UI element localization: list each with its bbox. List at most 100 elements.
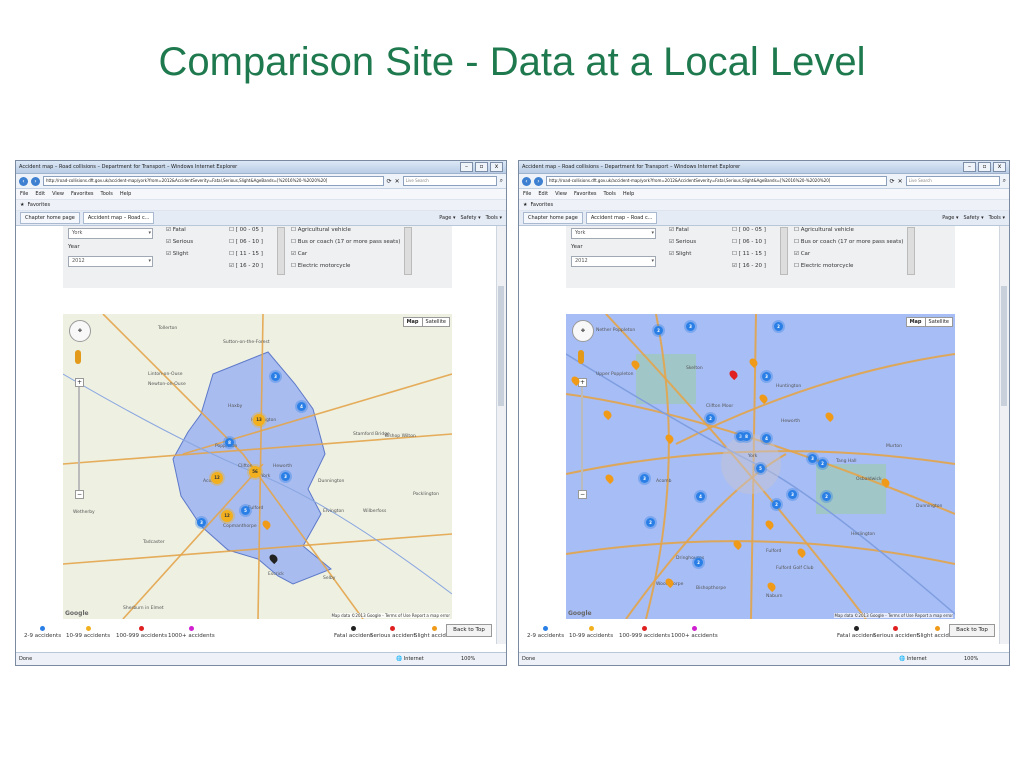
accident-cluster-marker[interactable]: 2 xyxy=(706,414,715,423)
pegman-icon[interactable] xyxy=(578,350,584,364)
accident-cluster-marker[interactable]: 4 xyxy=(297,402,306,411)
accident-cluster-marker[interactable]: 8 xyxy=(742,432,751,441)
accident-cluster-marker[interactable]: 3 xyxy=(197,518,206,527)
zoom-out-button[interactable]: − xyxy=(578,490,587,499)
age-band-checkbox[interactable]: ☑ [ 16 - 20 ] xyxy=(732,263,766,269)
page-menu[interactable]: Page ▾ xyxy=(439,215,455,221)
page-scrollbar[interactable] xyxy=(496,226,506,644)
accident-cluster-marker[interactable]: 3 xyxy=(271,372,280,381)
back-to-top-button[interactable]: Back to Top xyxy=(949,624,995,637)
accident-cluster-marker[interactable]: 3 xyxy=(686,322,695,331)
menu-item-help[interactable]: Help xyxy=(120,191,131,197)
page-scrollbar[interactable] xyxy=(999,226,1009,644)
age-band-checkbox[interactable]: ☐ [ 06 - 10 ] xyxy=(732,239,766,245)
accident-cluster-marker[interactable]: 3 xyxy=(281,472,290,481)
accident-cluster-marker[interactable]: 3 xyxy=(762,372,771,381)
forward-icon[interactable]: › xyxy=(534,176,543,186)
accident-cluster-marker[interactable]: 3 xyxy=(808,454,817,463)
vehicle-scrollbar[interactable] xyxy=(404,227,412,275)
year-select[interactable]: 2012 xyxy=(68,256,153,267)
menu-item-file[interactable]: File xyxy=(20,191,28,197)
vehicle-scrollbar[interactable] xyxy=(907,227,915,275)
accident-cluster-marker[interactable]: 8 xyxy=(225,438,234,447)
menu-item-tools[interactable]: Tools xyxy=(101,191,113,197)
accident-cluster-marker[interactable]: 12 xyxy=(211,472,223,484)
url-input[interactable]: http://road-collisions.dft.gov.uk/accide… xyxy=(546,176,887,186)
star-icon[interactable]: ★ xyxy=(20,202,24,208)
back-icon[interactable]: ‹ xyxy=(19,176,28,186)
pan-control[interactable]: ✥ xyxy=(69,320,91,342)
tools-menu[interactable]: Tools ▾ xyxy=(486,215,502,221)
tab-accident-map[interactable]: Accident map – Road c... xyxy=(585,212,658,224)
scrollbar-thumb[interactable] xyxy=(498,286,504,406)
age-band-checkbox[interactable]: ☐ [ 11 - 15 ] xyxy=(229,251,263,257)
menu-item-view[interactable]: View xyxy=(555,191,567,197)
age-band-checkbox[interactable]: ☐ [ 06 - 10 ] xyxy=(229,239,263,245)
accident-cluster-marker[interactable]: 13 xyxy=(253,414,265,426)
search-icon[interactable]: ⌕ xyxy=(500,177,503,185)
zoom-in-button[interactable]: + xyxy=(75,378,84,387)
close-button[interactable]: x xyxy=(490,162,503,172)
accident-cluster-marker[interactable]: 3 xyxy=(640,474,649,483)
zoom-level[interactable]: 100% xyxy=(461,653,475,665)
accident-cluster-marker[interactable]: 2 xyxy=(646,518,655,527)
accident-cluster-marker[interactable]: 56 xyxy=(249,466,261,478)
vehicle-checkbox[interactable]: ☑ Car xyxy=(794,251,810,257)
severity-slight-checkbox[interactable]: ☑ Slight xyxy=(166,251,188,257)
accident-cluster-marker[interactable]: 2 xyxy=(774,322,783,331)
menu-item-view[interactable]: View xyxy=(52,191,64,197)
location-select[interactable]: York xyxy=(68,228,153,239)
minimize-button[interactable]: – xyxy=(460,162,473,172)
map-type-map-button[interactable]: Map xyxy=(404,318,423,326)
scrollbar-thumb[interactable] xyxy=(1001,286,1007,406)
pan-control[interactable]: ✥ xyxy=(572,320,594,342)
maximize-button[interactable]: ▫ xyxy=(978,162,991,172)
refresh-icon[interactable]: ⟳ xyxy=(387,178,392,185)
map-type-satellite-button[interactable]: Satellite xyxy=(423,318,449,326)
back-icon[interactable]: ‹ xyxy=(522,176,531,186)
age-band-scrollbar[interactable] xyxy=(780,227,788,275)
year-select[interactable]: 2012 xyxy=(571,256,656,267)
back-to-top-button[interactable]: Back to Top xyxy=(446,624,492,637)
vehicle-checkbox[interactable]: ☐ Bus or coach (17 or more pass seats) xyxy=(291,239,400,245)
zoom-out-button[interactable]: − xyxy=(75,490,84,499)
vehicle-checkbox[interactable]: ☑ Car xyxy=(291,251,307,257)
refresh-icon[interactable]: ⟳ xyxy=(890,178,895,185)
severity-fatal-checkbox[interactable]: ☑ Fatal xyxy=(669,227,689,233)
search-input[interactable]: Live Search xyxy=(402,176,497,186)
accident-cluster-marker[interactable]: 2 xyxy=(654,326,663,335)
forward-icon[interactable]: › xyxy=(31,176,40,186)
tools-menu[interactable]: Tools ▾ xyxy=(989,215,1005,221)
severity-serious-checkbox[interactable]: ☑ Serious xyxy=(669,239,696,245)
vehicle-checkbox[interactable]: ☐ Bus or coach (17 or more pass seats) xyxy=(794,239,903,245)
stop-icon[interactable]: ✕ xyxy=(898,178,903,185)
menu-item-help[interactable]: Help xyxy=(623,191,634,197)
zoom-slider[interactable]: + − xyxy=(578,378,587,499)
accident-map[interactable]: Map Satellite ✥ + − Google Map data ©201… xyxy=(63,314,452,619)
window-titlebar[interactable]: Accident map – Road collisions – Departm… xyxy=(519,161,1009,174)
accident-cluster-marker[interactable]: 4 xyxy=(696,492,705,501)
map-credit[interactable]: Map data ©2013 Google - Terms of Use Rep… xyxy=(331,613,450,618)
star-icon[interactable]: ★ xyxy=(523,202,527,208)
accident-cluster-marker[interactable]: 2 xyxy=(694,558,703,567)
zoom-slider[interactable]: + − xyxy=(75,378,84,499)
stop-icon[interactable]: ✕ xyxy=(395,178,400,185)
tab-accident-map[interactable]: Accident map – Road c... xyxy=(82,212,155,224)
age-band-scrollbar[interactable] xyxy=(277,227,285,275)
safety-menu[interactable]: Safety ▾ xyxy=(460,215,480,221)
severity-serious-checkbox[interactable]: ☑ Serious xyxy=(166,239,193,245)
zoom-level[interactable]: 100% xyxy=(964,653,978,665)
tab-chapter-home[interactable]: Chapter home page xyxy=(20,212,80,224)
vehicle-checkbox[interactable]: ☐ Electric motorcycle xyxy=(794,263,853,269)
vehicle-checkbox[interactable]: ☐ Agricultural vehicle xyxy=(291,227,351,233)
accident-cluster-marker[interactable]: 4 xyxy=(762,434,771,443)
severity-fatal-checkbox[interactable]: ☑ Fatal xyxy=(166,227,186,233)
accident-cluster-marker[interactable]: 2 xyxy=(818,459,827,468)
page-menu[interactable]: Page ▾ xyxy=(942,215,958,221)
close-button[interactable]: x xyxy=(993,162,1006,172)
maximize-button[interactable]: ▫ xyxy=(475,162,488,172)
safety-menu[interactable]: Safety ▾ xyxy=(963,215,983,221)
vehicle-checkbox[interactable]: ☐ Electric motorcycle xyxy=(291,263,350,269)
pegman-icon[interactable] xyxy=(75,350,81,364)
location-select[interactable]: York xyxy=(571,228,656,239)
